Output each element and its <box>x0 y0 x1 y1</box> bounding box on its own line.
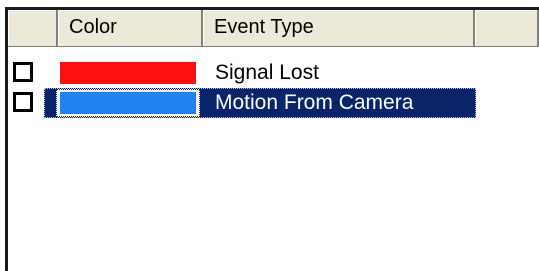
column-header-color[interactable]: Color <box>58 10 203 46</box>
row-checkbox[interactable] <box>13 92 33 112</box>
list-row-motion-from-camera[interactable]: Motion From Camera <box>8 88 539 118</box>
color-swatch[interactable] <box>60 62 196 84</box>
color-swatch[interactable] <box>60 92 196 114</box>
event-type-label: Signal Lost <box>215 61 319 84</box>
event-list-view[interactable]: Color Event Type Signal Lost Motion From… <box>5 7 539 271</box>
list-header: Color Event Type <box>8 10 539 47</box>
row-checkbox[interactable] <box>13 62 33 82</box>
event-type-label: Motion From Camera <box>215 91 414 114</box>
column-header-event-type[interactable]: Event Type <box>203 10 475 46</box>
list-body: Signal Lost Motion From Camera <box>8 58 539 118</box>
column-header-checkbox[interactable] <box>8 10 58 46</box>
list-row-signal-lost[interactable]: Signal Lost <box>8 58 539 88</box>
column-header-filler[interactable] <box>475 10 539 46</box>
